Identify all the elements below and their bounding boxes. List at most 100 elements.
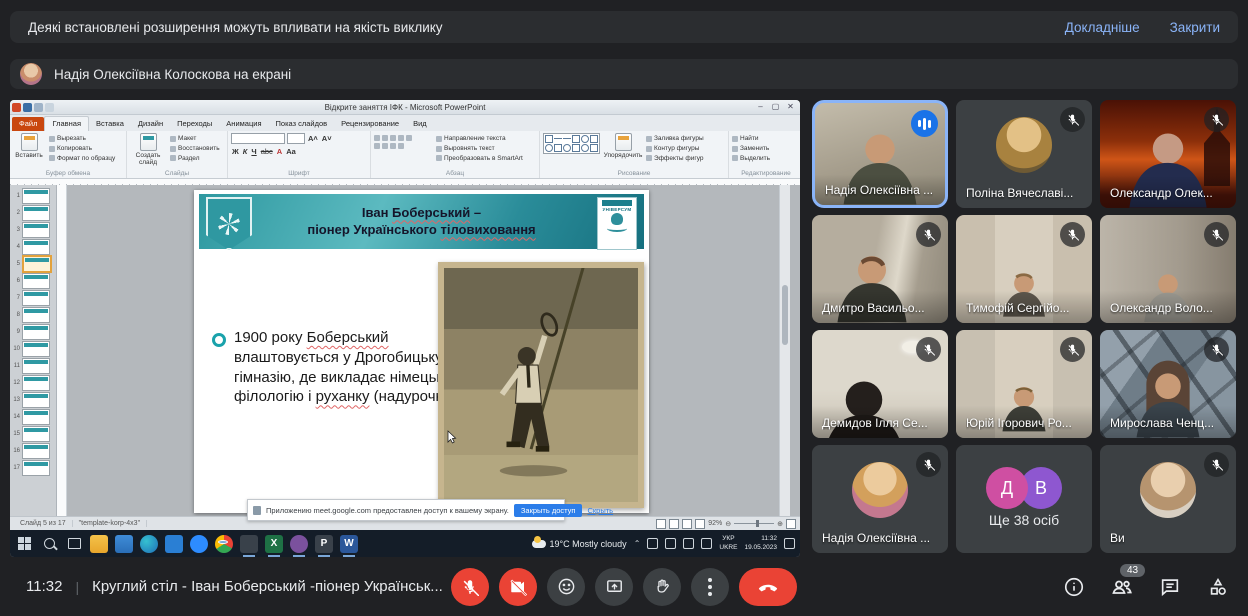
tray-icon <box>647 538 658 549</box>
tab-slideshow: Показ слайдов <box>269 117 335 131</box>
participants-icon[interactable]: 43 <box>1110 575 1134 599</box>
mic-off-icon <box>1060 222 1085 247</box>
participant-tile-yurii[interactable]: Юрій Ігорович Ро... <box>956 330 1092 438</box>
presenting-text: Надія Олексіївна Колоскова на екрані <box>54 67 291 82</box>
meeting-details-icon[interactable] <box>1062 575 1086 599</box>
participant-tile-oleksandr-o[interactable]: Олександр Олек... <box>1100 100 1236 208</box>
leave-call-button[interactable] <box>739 568 797 606</box>
slide-thumbnail: 6 <box>12 273 54 289</box>
participant-tile-nadiia-speaking[interactable]: Надія Олексіївна ... <box>812 100 948 208</box>
ribbon-group-paragraph: Направление текста Выровнять текст Преоб… <box>371 131 540 178</box>
avatar <box>1140 462 1196 518</box>
participant-tile-oleksandr-v[interactable]: Олександр Воло... <box>1100 215 1236 323</box>
chrome-icon <box>215 535 233 553</box>
participant-tile-polina[interactable]: Поліна Вячеславі... <box>956 100 1092 208</box>
new-slide-button: Создать слайд <box>130 133 166 166</box>
reset-button: Восстановить <box>170 145 220 153</box>
weather-widget: 19°C Mostly cloudy <box>532 539 627 549</box>
self-tile[interactable]: Ви <box>1100 445 1236 553</box>
ribbon-group-clipboard: Вставить Вырезать Копировать Формат по о… <box>10 131 127 178</box>
powerpoint-icon: P <box>315 535 333 553</box>
close-toast-link[interactable]: Закрити <box>1170 20 1220 35</box>
mic-off-icon <box>916 452 941 477</box>
slide-thumbnail: 3 <box>12 222 54 238</box>
microsoft-store-icon <box>165 535 183 553</box>
divider: | <box>75 579 79 595</box>
slide-title-banner: Іван Боберський – піонер Українського ті… <box>199 194 644 249</box>
overflow-tile[interactable]: Д В Ще 38 осіб <box>956 445 1092 553</box>
slide-thumbnail: 7 <box>12 290 54 306</box>
tab-review: Рецензирование <box>334 117 406 131</box>
participant-tile-demydov[interactable]: Демидов Ілля Се... <box>812 330 948 438</box>
slide-thumbnail: 1 <box>12 188 54 204</box>
start-button-icon <box>15 535 33 553</box>
ppt-ribbon-tabs: Файл Главная Вставка Дизайн Переходы Ани… <box>10 115 800 131</box>
minimize-icon: – <box>753 101 768 112</box>
close-icon: ✕ <box>783 101 798 112</box>
participant-tile-dmytro[interactable]: Дмитро Васильо... <box>812 215 948 323</box>
overflow-avatar-1: Д <box>986 467 1028 509</box>
mic-toggle-button[interactable] <box>451 568 489 606</box>
university-crest-logo <box>206 197 252 250</box>
clock: 11:3219.05.2023 <box>744 535 777 551</box>
tree-icon <box>611 213 623 225</box>
slide-5: Іван Боберський – піонер Українського ті… <box>194 190 649 513</box>
tab-view: Вид <box>406 117 434 131</box>
mic-off-icon <box>1204 337 1229 362</box>
slideshow-view-icon <box>695 519 705 529</box>
smartart-button: Преобразовать в SmartArt <box>436 155 523 163</box>
meeting-title: Круглий стіл - Іван Боберський -піонер У… <box>92 578 443 595</box>
slide-thumbnail: 12 <box>12 375 54 391</box>
select-button: Выделить <box>732 155 770 163</box>
slide-title: Іван Боберський – піонер Українського ті… <box>261 205 581 239</box>
edge-browser-icon <box>140 535 158 553</box>
ppt-ribbon: Вставить Вырезать Копировать Формат по о… <box>10 131 800 179</box>
font-size-box <box>287 133 305 144</box>
chat-icon[interactable] <box>1158 575 1182 599</box>
activities-icon[interactable] <box>1206 575 1230 599</box>
action-center-icon <box>784 538 795 549</box>
slide-thumbnail: 4 <box>12 239 54 255</box>
details-link[interactable]: Докладніше <box>1065 20 1140 35</box>
align-text-button: Выровнять текст <box>436 145 523 153</box>
meet-bottom-bar: 11:32 | Круглий стіл - Іван Боберський -… <box>0 557 1248 616</box>
reactions-button[interactable] <box>547 568 585 606</box>
speaking-indicator-icon <box>911 110 938 137</box>
mic-off-icon <box>1060 337 1085 362</box>
camera-toggle-button[interactable] <box>499 568 537 606</box>
screen-access-notice: Приложению meet.google.com предоставлен … <box>247 499 565 521</box>
slide-thumbnail-active: 5 <box>12 256 54 272</box>
universum-logo: УНІВЕРСУМ <box>597 197 637 250</box>
tray-icon <box>665 538 676 549</box>
participant-tile-myroslava[interactable]: Мирослава Ченц... <box>1100 330 1236 438</box>
raise-hand-button[interactable] <box>643 568 681 606</box>
ribbon-group-slides: Создать слайд Макет Восстановить Раздел … <box>127 131 228 178</box>
slide-canvas: Іван Боберський – піонер Українського ті… <box>67 185 790 517</box>
more-options-button[interactable] <box>691 568 729 606</box>
ppt-workspace: 1 2 3 4 5 6 7 8 9 10 11 12 13 14 15 16 1… <box>10 185 800 517</box>
participant-tile-tymofii[interactable]: Тимофій Сергійо... <box>956 215 1092 323</box>
ribbon-group-editing: Найти Заменить Выделить Редактирование <box>729 131 800 178</box>
excel-icon: X <box>265 535 283 553</box>
ppt-window-title: Відкрите заняття ІФК - Microsoft PowerPo… <box>10 103 800 112</box>
toast-message: Деякі встановлені розширення можуть впли… <box>28 20 443 35</box>
zoom-in-icon: ⊕ <box>777 520 783 528</box>
shape-outline-button: Контур фигуры <box>646 145 704 153</box>
athlete-silhouette <box>475 296 588 493</box>
participant-tile-nadiia-2[interactable]: Надія Олексіївна ... <box>812 445 948 553</box>
slide-thumbnail: 13 <box>12 392 54 408</box>
cut-button: Вырезать <box>49 135 115 143</box>
tab-design: Дизайн <box>131 117 170 131</box>
present-screen-button[interactable] <box>595 568 633 606</box>
slide-thumbnail: 14 <box>12 409 54 425</box>
windows-taskbar: X P W 19°C Mostly cloudy ⌃ УКРUKRE 11:32… <box>10 530 800 557</box>
language-indicator: УКРUKRE <box>719 535 737 551</box>
meet-tab-icon <box>240 535 258 553</box>
clock-time: 11:32 <box>26 578 62 595</box>
mail-icon <box>115 535 133 553</box>
reading-view-icon <box>682 519 692 529</box>
cloud-icon <box>532 540 546 548</box>
file-explorer-icon <box>90 535 108 553</box>
extensions-warning-toast: Деякі встановлені розширення можуть впли… <box>10 11 1238 43</box>
slide-thumbnail: 11 <box>12 358 54 374</box>
